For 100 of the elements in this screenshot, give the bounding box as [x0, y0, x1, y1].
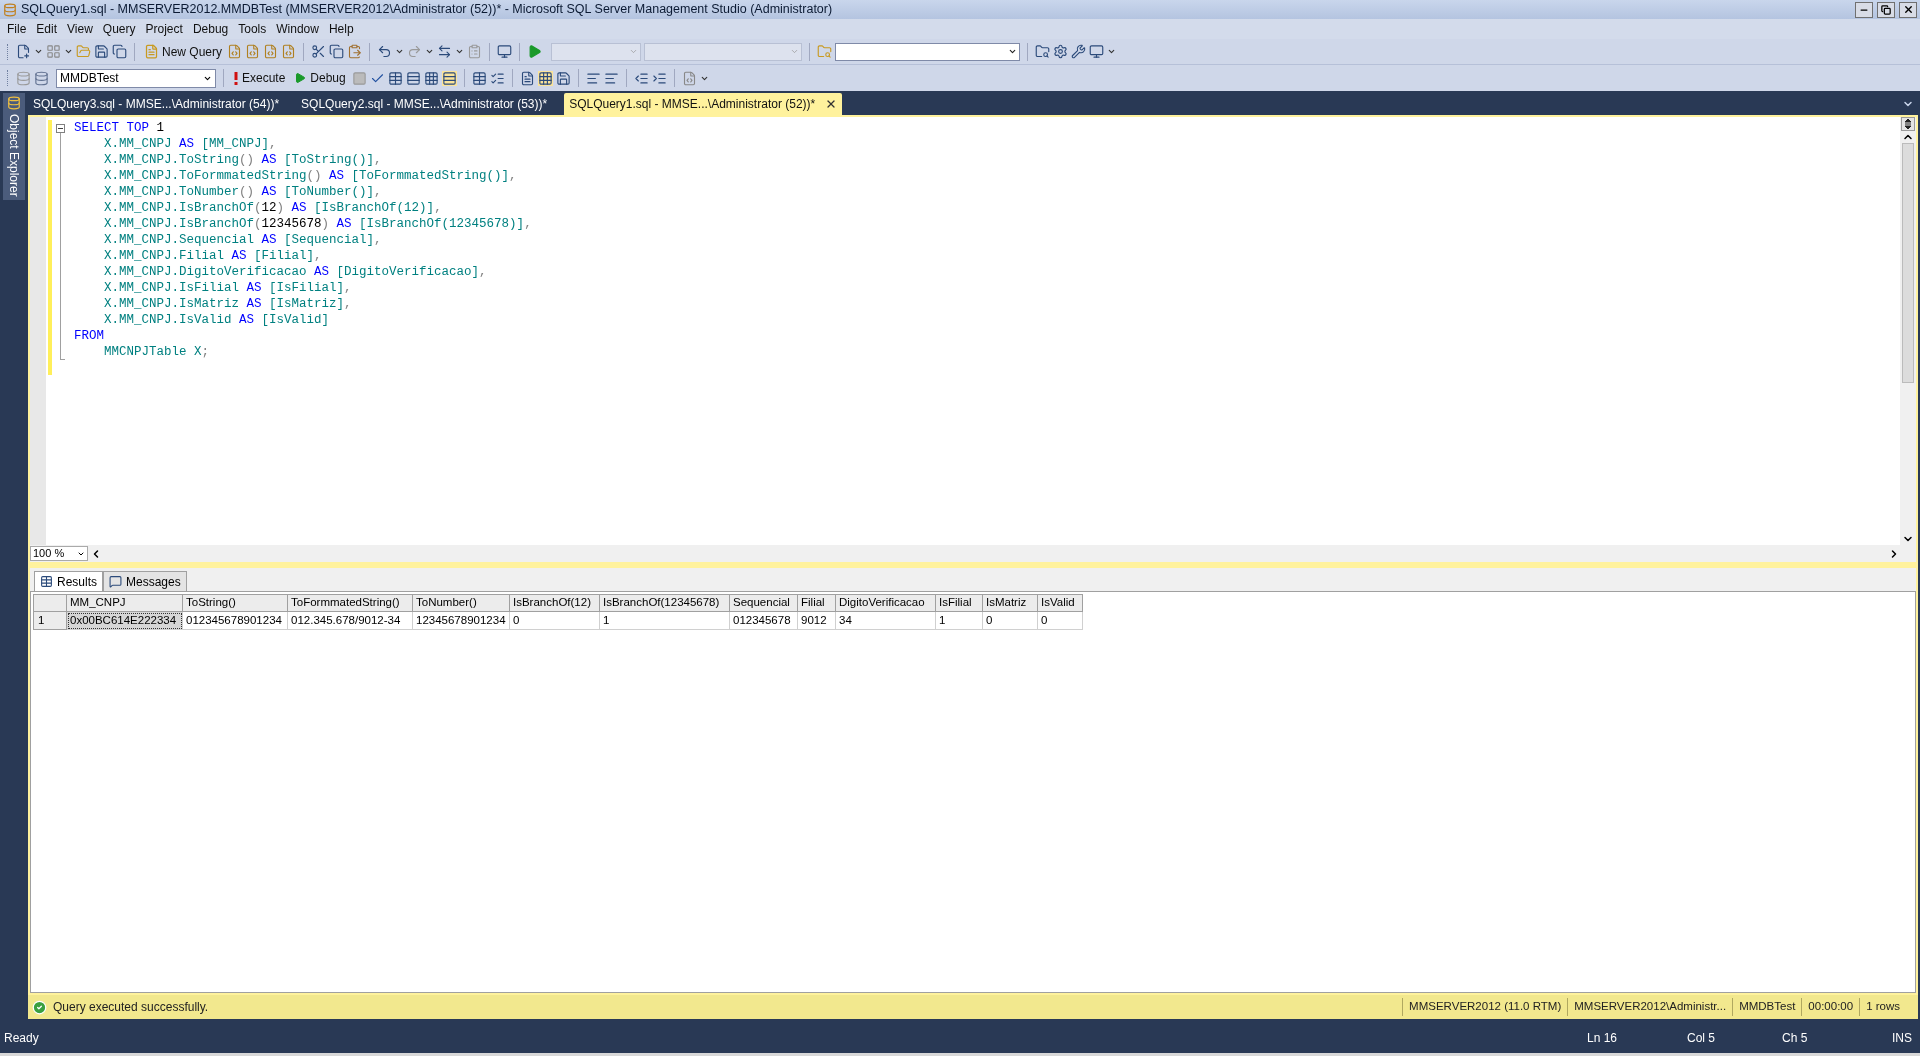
document-tab[interactable]: SQLQuery3.sql - MMSE...\Administrator (54))* [28, 93, 285, 115]
new-query-button[interactable]: New Query [142, 42, 225, 61]
cut-icon[interactable] [311, 44, 327, 59]
start-icon[interactable] [527, 44, 543, 59]
column-header[interactable]: ToNumber() [413, 594, 510, 612]
menu-item[interactable]: Edit [31, 20, 63, 38]
zoom-dropdown[interactable]: 100 % [30, 546, 88, 561]
status-text: Ready [4, 1030, 40, 1047]
paste-icon[interactable] [347, 44, 363, 59]
menu-item[interactable]: Window [271, 20, 324, 38]
column-header[interactable]: IsBranchOf(12345678) [600, 594, 730, 612]
results-tab[interactable]: Results [34, 571, 103, 591]
restore-icon [1881, 4, 1891, 15]
char-indicator: Ch 5 [1782, 1030, 1809, 1047]
grid-results-icon[interactable] [441, 70, 457, 86]
table-cell[interactable]: 12345678901234 [413, 612, 510, 630]
undo-icon[interactable] [377, 44, 393, 59]
restore-button[interactable] [1877, 1, 1895, 18]
debug-button[interactable]: Debug [291, 69, 349, 87]
code-line: SELECT TOP 1 [74, 120, 165, 136]
split-handle-icon[interactable] [1901, 117, 1915, 131]
window-title: SQLQuery1.sql - MMSERVER2012.MMDBTest (MMSERVER2012\Administrator (52))* - Microsoft SQL Server Management Studio (Administrator) [21, 1, 834, 19]
menu-item[interactable]: Tools [233, 20, 272, 38]
text-results-icon[interactable] [519, 70, 535, 86]
copy-icon[interactable] [329, 44, 345, 59]
collapse-icon[interactable] [56, 124, 65, 133]
indent-icon[interactable] [651, 70, 667, 86]
table-cell[interactable]: 1 [936, 612, 983, 630]
document-tab[interactable]: SQLQuery1.sql - MMSE...\Administrator (52))* [564, 93, 843, 115]
message-icon [109, 575, 122, 588]
caret-icon[interactable] [34, 47, 43, 56]
status-field: MMDBTest [1732, 998, 1796, 1016]
tools-icon[interactable] [1071, 44, 1087, 59]
execute-button[interactable]: Execute [231, 69, 289, 87]
table-cell[interactable]: 012.345.678/9012-34 [288, 612, 413, 630]
outdent-icon[interactable] [633, 70, 649, 86]
new-file-icon[interactable] [16, 44, 31, 59]
uncomment-icon[interactable] [603, 70, 619, 86]
save-all-icon[interactable] [112, 44, 127, 59]
table-cell[interactable]: 012345678 [730, 612, 798, 630]
menu-item[interactable]: Project [140, 20, 188, 38]
results-icon[interactable] [405, 70, 421, 86]
table-cell[interactable]: 0x00BC614E222334 [67, 612, 183, 630]
column-header[interactable]: IsFilial [936, 594, 983, 612]
navigate-icon[interactable] [437, 44, 453, 59]
code-line: FROM [74, 328, 104, 344]
menu-item[interactable]: Query [97, 20, 141, 38]
column-header[interactable]: MM_CNPJ [67, 594, 183, 612]
column-header[interactable]: Filial [798, 594, 836, 612]
code-line: X.MM_CNPJ.IsBranchOf(12345678) AS [IsBranchOf(12345678)], [103, 216, 532, 232]
table-cell[interactable]: 0 [983, 612, 1038, 630]
caret-icon[interactable] [455, 47, 465, 56]
table-icon[interactable] [471, 70, 487, 86]
caret-icon[interactable] [395, 47, 405, 56]
comment-icon[interactable] [585, 70, 601, 86]
properties-icon[interactable] [1053, 44, 1069, 59]
menu-item[interactable]: View [62, 20, 98, 38]
table-cell[interactable]: 012345678901234 [183, 612, 288, 630]
vertical-scrollbar[interactable] [1900, 117, 1916, 545]
document-tab[interactable]: SQLQuery2.sql - MMSE...\Administrator (53))* [296, 93, 553, 115]
column-header[interactable]: ToFormmatedString() [288, 594, 413, 612]
column-header[interactable]: IsMatriz [983, 594, 1038, 612]
table-cell[interactable]: 1 [600, 612, 730, 630]
column-header[interactable]: DigitoVerificacao [836, 594, 936, 612]
results-tab[interactable]: Messages [103, 571, 187, 591]
status-message: Query executed successfully. [53, 999, 210, 1016]
column-header[interactable]: Sequencial [730, 594, 798, 612]
caret-icon[interactable] [64, 47, 73, 56]
find-dropdown[interactable] [835, 42, 1021, 61]
code-line: X.MM_CNPJ AS [MM_CNPJ], [103, 136, 277, 152]
status-field: 1 rows [1859, 998, 1900, 1016]
caret-icon[interactable] [1107, 47, 1117, 56]
code-line: X.MM_CNPJ.IsBranchOf(12) AS [IsBranchOf(12)], [103, 200, 442, 216]
column-header[interactable]: IsValid [1038, 594, 1083, 612]
table-cell[interactable]: 9012 [798, 612, 836, 630]
caret-icon[interactable] [425, 47, 435, 56]
menu-item[interactable]: File [2, 20, 32, 38]
change-connection-icon[interactable] [34, 70, 49, 86]
explorer-icon[interactable] [1035, 44, 1051, 59]
file-results-icon[interactable] [555, 70, 571, 86]
monitor-icon[interactable] [497, 44, 513, 59]
database-dropdown[interactable]: MMDBTest [56, 68, 216, 88]
scroll-thumb[interactable] [1902, 143, 1914, 383]
code-line: MMCNPJTable X; [103, 344, 210, 360]
table-cell[interactable]: 34 [836, 612, 936, 630]
row-header[interactable]: 1 [33, 612, 67, 630]
grid-output-icon[interactable] [537, 70, 553, 86]
menu-item[interactable]: Debug [187, 20, 234, 38]
save-icon[interactable] [94, 44, 109, 59]
close-button[interactable] [1899, 1, 1917, 18]
column-header[interactable]: ToString() [183, 594, 288, 612]
object-explorer-tab[interactable]: Object Explorer [3, 93, 25, 200]
checklist-icon[interactable] [489, 70, 505, 86]
status-field: MMSERVER2012\Administr... [1567, 998, 1727, 1016]
table-cell[interactable]: 0 [510, 612, 600, 630]
minimize-button[interactable] [1855, 1, 1873, 18]
menu-item[interactable]: Help [323, 20, 359, 38]
window-icon[interactable] [1089, 44, 1105, 59]
table-cell[interactable]: 0 [1038, 612, 1083, 630]
column-header[interactable]: IsBranchOf(12) [510, 594, 600, 612]
